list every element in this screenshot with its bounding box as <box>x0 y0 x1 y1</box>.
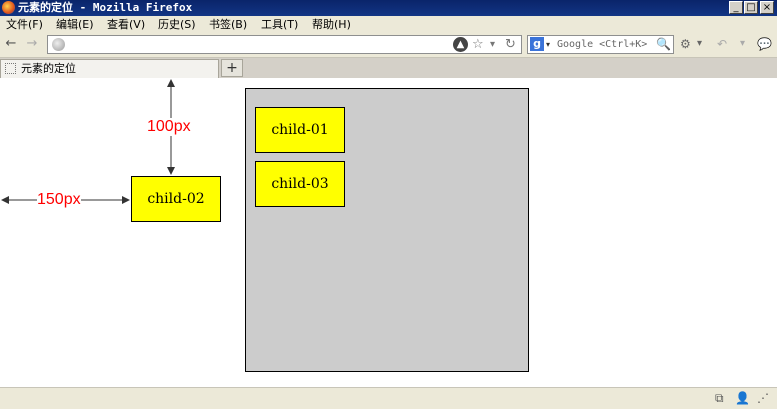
firefox-icon <box>2 1 15 14</box>
go-button[interactable]: ▲ <box>453 37 468 52</box>
menu-bar: 文件(F) 编辑(E) 查看(V) 历史(S) 书签(B) 工具(T) 帮助(H… <box>0 16 777 33</box>
chat-icon[interactable]: 💬 <box>757 37 772 51</box>
resize-grip-icon[interactable]: ⋰ <box>757 391 769 405</box>
tab-element-positioning[interactable]: 元素的定位 <box>0 59 219 78</box>
menu-bookmarks[interactable]: 书签(B) <box>209 17 247 32</box>
child-02-box: child-02 <box>131 176 221 222</box>
url-bar[interactable]: ▲ ☆ ▾ ↻ <box>47 35 522 54</box>
reload-icon[interactable]: ↻ <box>505 36 516 53</box>
url-dropdown-icon[interactable]: ▾ <box>490 36 495 53</box>
globe-icon <box>52 38 65 51</box>
window-icon[interactable]: ⧉ <box>715 391 724 405</box>
title-bar: 元素的定位 - Mozilla Firefox _ □ × <box>0 0 777 16</box>
back-button[interactable]: ← <box>4 37 18 51</box>
undo-icon[interactable]: ↶ <box>717 37 727 51</box>
bookmark-star-icon[interactable]: ☆ <box>472 36 484 53</box>
navigation-toolbar: ← → ▲ ☆ ▾ ↻ g ▾ Google <Ctrl+K> 🔍 ⚙ ▾ ↶ … <box>0 33 777 58</box>
menu-edit[interactable]: 编辑(E) <box>56 17 94 32</box>
tools-icon[interactable]: ⚙ <box>680 37 691 51</box>
status-bar: ⧉ 👤 ⋰ <box>0 387 777 409</box>
tab-bar: 元素的定位 + <box>0 58 777 78</box>
tab-label: 元素的定位 <box>21 62 76 75</box>
menu-help[interactable]: 帮助(H) <box>312 17 351 32</box>
menu-file[interactable]: 文件(F) <box>6 17 43 32</box>
search-input[interactable]: Google <Ctrl+K> <box>557 36 647 53</box>
google-icon[interactable]: g <box>530 37 544 51</box>
maximize-button[interactable]: □ <box>744 1 758 14</box>
search-bar[interactable]: g ▾ Google <Ctrl+K> 🔍 <box>527 35 674 54</box>
forward-button[interactable]: → <box>25 37 39 51</box>
new-tab-button[interactable]: + <box>221 59 243 77</box>
child-03-box: child-03 <box>255 161 345 207</box>
child-01-box: child-01 <box>255 107 345 153</box>
parent-container: child-01 child-03 <box>245 88 529 372</box>
search-icon[interactable]: 🔍 <box>656 36 671 53</box>
window-title: 元素的定位 - Mozilla Firefox <box>18 1 193 14</box>
search-engine-dropdown-icon[interactable]: ▾ <box>546 36 550 53</box>
close-button[interactable]: × <box>760 1 774 14</box>
top-offset-label: 100px <box>147 118 191 136</box>
undo-dropdown-icon[interactable]: ▾ <box>740 37 745 51</box>
tools-dropdown-icon[interactable]: ▾ <box>697 37 702 51</box>
menu-history[interactable]: 历史(S) <box>158 17 196 32</box>
page-content: 100px 150px child-01 child-03 child-02 <box>0 78 777 387</box>
left-offset-label: 150px <box>37 191 81 209</box>
menu-tools[interactable]: 工具(T) <box>261 17 298 32</box>
minimize-button[interactable]: _ <box>729 1 743 14</box>
menu-view[interactable]: 查看(V) <box>107 17 145 32</box>
page-icon <box>5 63 16 74</box>
user-icon[interactable]: 👤 <box>735 391 750 405</box>
